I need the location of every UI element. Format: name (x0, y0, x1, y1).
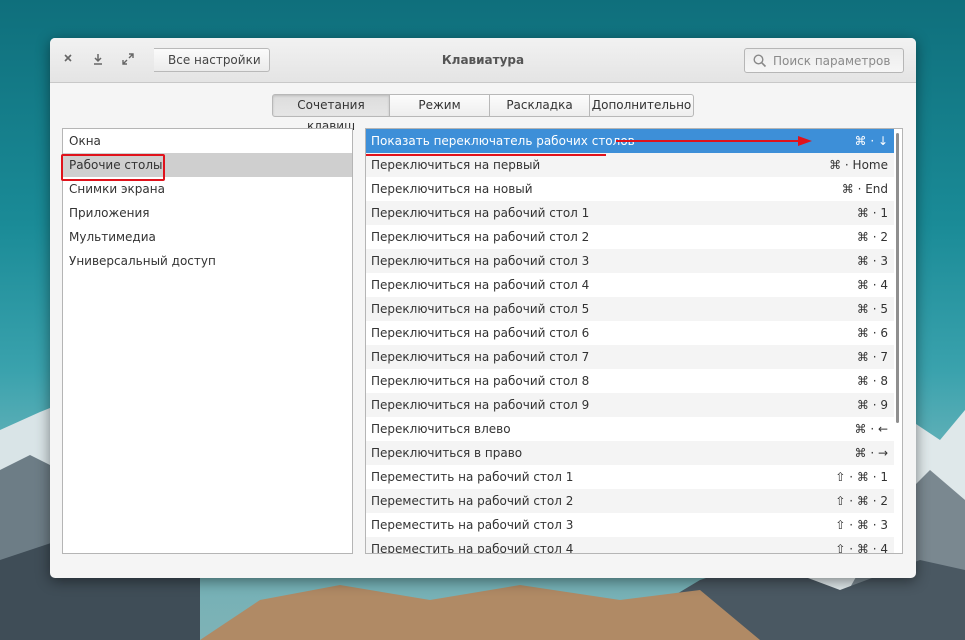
shortcut-row[interactable]: Переключиться на рабочий стол 7 ⌘ · 7 (366, 345, 894, 369)
shortcut-label: Переключиться на рабочий стол 7 (371, 350, 590, 364)
shortcut-label: Переключиться влево (371, 422, 511, 436)
shortcut-label: Переместить на рабочий стол 2 (371, 494, 574, 508)
shortcut-row[interactable]: Переключиться на рабочий стол 4 ⌘ · 4 (366, 273, 894, 297)
sidebar-item-multimedia[interactable]: Мультимедиа (63, 225, 352, 249)
search-icon (753, 54, 767, 68)
tab-advanced[interactable]: Дополнительно (590, 94, 694, 117)
sidebar-item-windows[interactable]: Окна (63, 129, 352, 153)
shortcut-key[interactable]: ⌘ · 3 (857, 249, 888, 273)
titlebar: Клавиатура Все настройки (50, 38, 916, 83)
shortcut-row[interactable]: Переключиться на рабочий стол 6 ⌘ · 6 (366, 321, 894, 345)
category-sidebar: Окна Рабочие столы Снимки экрана Приложе… (62, 128, 353, 554)
search-box[interactable] (744, 48, 904, 73)
all-settings-back-button[interactable]: Все настройки (154, 48, 270, 72)
shortcut-row[interactable]: Переключиться влево ⌘ · ← (366, 417, 894, 441)
shortcut-key[interactable]: ⌘ · ← (855, 417, 889, 441)
shortcut-key[interactable]: ⌘ · 1 (857, 201, 888, 225)
search-input[interactable] (773, 52, 899, 69)
shortcut-row[interactable]: Переключиться на рабочий стол 3 ⌘ · 3 (366, 249, 894, 273)
shortcut-label: Переместить на рабочий стол 1 (371, 470, 574, 484)
shortcut-key[interactable]: ⇧ · ⌘ · 1 (835, 465, 888, 489)
shortcut-row[interactable]: Показать переключатель рабочих столов ⌘ ·… (366, 129, 894, 156)
shortcut-label: Переместить на рабочий стол 4 (371, 542, 574, 554)
tab-bar: Сочетания клавиш Режим Раскладка Дополни… (272, 94, 694, 133)
shortcut-row[interactable]: Переключиться на рабочий стол 8 ⌘ · 8 (366, 369, 894, 393)
list-scrollbar[interactable] (896, 133, 899, 423)
shortcut-label: Переключиться на рабочий стол 6 (371, 326, 590, 340)
shortcut-key[interactable]: ⌘ · Home (829, 153, 888, 177)
shortcut-label: Переключиться на новый (371, 182, 533, 196)
shortcut-label: Переключиться на рабочий стол 2 (371, 230, 590, 244)
shortcut-row[interactable]: Переключиться на рабочий стол 5 ⌘ · 5 (366, 297, 894, 321)
shortcut-key[interactable]: ⌘ · 2 (857, 225, 888, 249)
shortcut-label: Переключиться на рабочий стол 4 (371, 278, 590, 292)
shortcut-key[interactable]: ⇧ · ⌘ · 4 (835, 537, 888, 553)
download-icon (94, 54, 102, 65)
shortcut-row[interactable]: Переключиться на новый ⌘ · End (366, 177, 894, 201)
shortcut-label: Переключиться на рабочий стол 3 (371, 254, 590, 268)
shortcut-key[interactable]: ⌘ · 8 (857, 369, 888, 393)
shortcut-label: Переключиться в право (371, 446, 523, 460)
back-button-label: Все настройки (168, 53, 261, 67)
minimize-button[interactable] (88, 50, 108, 70)
tab-mode[interactable]: Режим (390, 94, 490, 117)
shortcut-row[interactable]: Переместить на рабочий стол 2 ⇧ · ⌘ · 2 (366, 489, 894, 513)
shortcut-key[interactable]: ⇧ · ⌘ · 2 (835, 489, 888, 513)
annotation-highlight-box (61, 154, 165, 181)
close-button[interactable] (58, 50, 78, 70)
shortcut-key[interactable]: ⌘ · ↓ (855, 129, 889, 153)
shortcut-label: Показать переключатель рабочих столов (371, 134, 635, 148)
maximize-button[interactable] (118, 50, 138, 70)
shortcut-key[interactable]: ⇧ · ⌘ · 3 (835, 513, 888, 537)
shortcut-label: Переключиться на рабочий стол 9 (371, 398, 590, 412)
resize-icon (122, 53, 134, 65)
shortcut-key[interactable]: ⌘ · → (855, 441, 889, 465)
shortcut-key[interactable]: ⌘ · 9 (857, 393, 888, 417)
shortcut-row[interactable]: Переключиться в право ⌘ · → (366, 441, 894, 465)
shortcut-label: Переключиться на рабочий стол 1 (371, 206, 590, 220)
shortcut-key[interactable]: ⌘ · 4 (857, 273, 888, 297)
shortcut-row[interactable]: Переместить на рабочий стол 1 ⇧ · ⌘ · 1 (366, 465, 894, 489)
tab-layout[interactable]: Раскладка (490, 94, 590, 117)
shortcut-key[interactable]: ⌘ · 5 (857, 297, 888, 321)
shortcut-label: Переключиться на первый (371, 158, 541, 172)
shortcut-key[interactable]: ⌘ · 7 (857, 345, 888, 369)
shortcut-key[interactable]: ⌘ · 6 (857, 321, 888, 345)
shortcut-row[interactable]: Переключиться на рабочий стол 9 ⌘ · 9 (366, 393, 894, 417)
shortcut-label: Переключиться на рабочий стол 5 (371, 302, 590, 316)
tab-shortcuts[interactable]: Сочетания клавиш (272, 94, 390, 133)
shortcut-label: Переключиться на рабочий стол 8 (371, 374, 590, 388)
annotation-arrow-icon (616, 136, 812, 146)
sidebar-item-applications[interactable]: Приложения (63, 201, 352, 225)
keyboard-settings-window: Клавиатура Все настройки Поиск параметро… (50, 38, 916, 578)
shortcut-row[interactable]: Переместить на рабочий стол 4 ⇧ · ⌘ · 4 (366, 537, 894, 554)
annotation-underline (366, 154, 606, 156)
shortcut-row[interactable]: Переключиться на рабочий стол 1 ⌘ · 1 (366, 201, 894, 225)
shortcut-row[interactable]: Переключиться на рабочий стол 2 ⌘ · 2 (366, 225, 894, 249)
shortcut-list: Переместить на рабочий стол 4 ⇧ · ⌘ · 4 Пе… (365, 128, 903, 554)
shortcut-row[interactable]: Переместить на рабочий стол 3 ⇧ · ⌘ · 3 (366, 513, 894, 537)
shortcut-label: Переместить на рабочий стол 3 (371, 518, 574, 532)
shortcut-key[interactable]: ⌘ · End (842, 177, 888, 201)
shortcut-row[interactable]: Переключиться на первый ⌘ · Home (366, 153, 894, 177)
close-icon (64, 54, 72, 62)
sidebar-item-accessibility[interactable]: Универсальный доступ (63, 249, 352, 273)
